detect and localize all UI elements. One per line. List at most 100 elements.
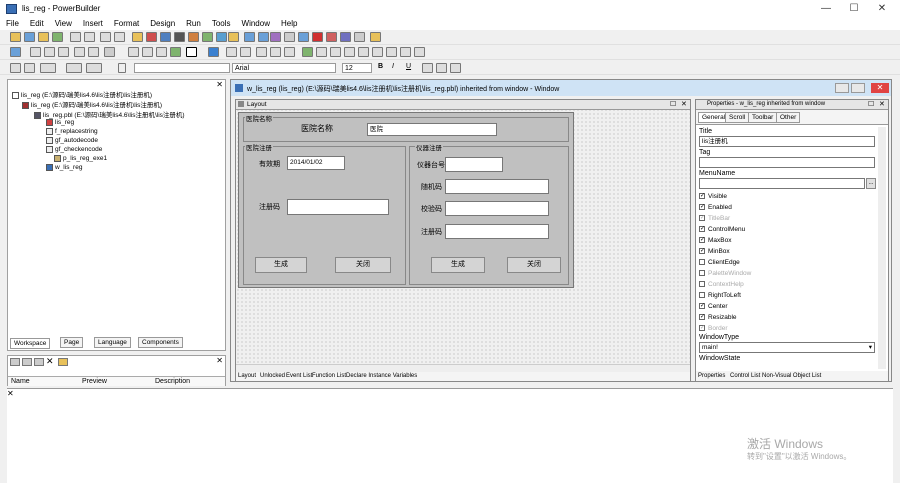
hospital-name-field[interactable]: 医院 <box>367 123 497 136</box>
tree-node-window[interactable]: w_lis_reg <box>46 164 82 171</box>
text-dropdown[interactable] <box>118 63 126 73</box>
refresh-icon[interactable] <box>34 358 44 366</box>
check-code-field[interactable] <box>445 201 549 216</box>
new-icon[interactable] <box>10 32 21 42</box>
tab-layout[interactable]: Layout <box>238 373 256 379</box>
align-icon[interactable] <box>244 32 255 42</box>
preview-icon[interactable] <box>208 47 219 57</box>
event-list-icon[interactable] <box>372 47 383 57</box>
tab-function-list[interactable]: Function List <box>312 373 346 379</box>
size-icon[interactable] <box>270 32 281 42</box>
tab-toolbar[interactable]: Toolbar <box>748 112 778 123</box>
library-icon[interactable] <box>188 32 199 42</box>
random-code-label[interactable]: 随机码 <box>421 182 442 192</box>
layout-view-icon[interactable] <box>330 47 341 57</box>
copy-icon[interactable] <box>44 47 55 57</box>
menu-file[interactable]: File <box>0 18 24 30</box>
close-button[interactable]: ✕ <box>872 2 892 16</box>
workspace-icon[interactable] <box>52 32 63 42</box>
tab-language[interactable]: Language <box>94 337 131 348</box>
prop-check-visible[interactable]: ✓ Visible <box>699 193 727 200</box>
regcode-label[interactable]: 注册码 <box>259 202 280 212</box>
close-button-2[interactable]: 关闭 <box>507 257 561 273</box>
tab-declare-instance-variables[interactable]: Declare Instance Variables <box>346 373 417 379</box>
text-left-icon[interactable] <box>422 63 433 73</box>
properties-vertical-scrollbar[interactable] <box>878 127 886 369</box>
grid-toggle-icon[interactable] <box>10 63 21 73</box>
tab-properties[interactable]: Properties <box>698 373 725 379</box>
prop-check-contexthelp[interactable]: ContextHelp <box>699 281 744 288</box>
nonvisual-icon[interactable] <box>358 47 369 57</box>
generate-button-1[interactable]: 生成 <box>255 257 307 273</box>
tab-order-icon[interactable] <box>114 32 125 42</box>
painter-minimize-button[interactable] <box>835 83 849 93</box>
prop-check-clientedge[interactable]: ClientEdge <box>699 259 740 266</box>
tree-node-target[interactable]: lis_reg (E:\源码\瑞美lis4.6\lis注册机\lis注册机) <box>22 99 162 109</box>
stop-icon[interactable] <box>312 32 323 42</box>
prop-check-center[interactable]: ✓ Center <box>699 303 728 310</box>
tab-page[interactable]: Page <box>60 337 84 348</box>
designed-window-form[interactable]: 医院名称 医院名称 医院 医院注册 有效期 2014/01/02 注册码 生成 … <box>238 112 574 288</box>
menu-design[interactable]: Design <box>144 18 180 30</box>
check-code-label[interactable]: 校验码 <box>421 204 442 214</box>
menu-insert[interactable]: Insert <box>77 18 108 30</box>
expiry-label[interactable]: 有效期 <box>259 159 280 169</box>
object-icon[interactable] <box>298 32 309 42</box>
italic-button[interactable]: I <box>392 63 394 70</box>
tab-order-2-icon[interactable] <box>302 47 313 57</box>
col-name[interactable]: Name <box>11 378 30 385</box>
menu-window[interactable]: Window <box>236 18 275 30</box>
delete-icon[interactable] <box>186 47 197 57</box>
properties-restore-icon[interactable]: ☐ <box>868 100 874 108</box>
font-select[interactable]: Arial <box>232 63 336 73</box>
prop-check-minbox[interactable]: ✓ MinBox <box>699 248 730 255</box>
prop-check-enabled[interactable]: ✓ Enabled <box>699 204 732 211</box>
database-icon[interactable] <box>174 32 185 42</box>
prop-check-resizable[interactable]: ✓ Resizable <box>699 314 737 321</box>
properties-item-icon[interactable] <box>58 358 68 366</box>
align-dropdown[interactable] <box>40 63 56 73</box>
painter-maximize-button[interactable] <box>851 83 865 93</box>
space-icon[interactable] <box>258 32 269 42</box>
underline-button[interactable]: U <box>406 63 411 70</box>
align-left-icon[interactable] <box>24 63 35 73</box>
expiry-field[interactable]: 2014/01/02 <box>287 156 345 170</box>
inherit-icon[interactable] <box>24 32 35 42</box>
col-description[interactable]: Description <box>155 378 190 385</box>
prop-menuname-field[interactable] <box>699 178 865 189</box>
properties-view-icon[interactable] <box>414 47 425 57</box>
cut-icon[interactable] <box>30 47 41 57</box>
tree-node-function-3[interactable]: gf_checkencode <box>46 146 102 153</box>
clip-icon[interactable] <box>354 32 365 42</box>
col-preview[interactable]: Preview <box>82 378 107 385</box>
text-right-icon[interactable] <box>450 63 461 73</box>
find-icon[interactable] <box>256 47 267 57</box>
delete-item-icon[interactable]: ✕ <box>46 356 54 367</box>
exit-icon[interactable] <box>370 32 381 42</box>
grid-icon[interactable] <box>100 32 111 42</box>
menu-format[interactable]: Format <box>108 18 144 30</box>
list-view-icon[interactable] <box>10 358 20 366</box>
undo-icon[interactable] <box>74 47 85 57</box>
tab-other[interactable]: Other <box>776 112 801 123</box>
maximize-button[interactable]: ☐ <box>844 2 864 16</box>
tab-event-list[interactable]: Event List <box>286 373 312 379</box>
instrument-number-field[interactable] <box>445 157 503 172</box>
prop-check-palettewindow[interactable]: PaletteWindow <box>699 270 751 277</box>
edit-icon[interactable] <box>228 32 239 42</box>
close-button-1[interactable]: 关闭 <box>335 257 391 273</box>
deploy-icon[interactable] <box>146 32 157 42</box>
tree-node-application[interactable]: lis_reg <box>46 119 74 126</box>
layout-restore-icon[interactable]: ☐ <box>670 100 676 108</box>
replace-icon[interactable] <box>270 47 281 57</box>
control-list-icon[interactable] <box>344 47 355 57</box>
right-icon[interactable] <box>240 47 251 57</box>
layout-icon[interactable] <box>70 32 81 42</box>
tree-node-function-2[interactable]: gf_autodecode <box>46 137 98 144</box>
tree-node-function-1[interactable]: f_replacestring <box>46 128 98 135</box>
paste-icon[interactable] <box>58 47 69 57</box>
list-close-icon[interactable]: ✕ <box>216 356 223 365</box>
prop-check-controlmenu[interactable]: ✓ ControlMenu <box>699 226 745 233</box>
painter-close-button[interactable]: ✕ <box>871 83 889 93</box>
duplicate-icon[interactable] <box>128 47 139 57</box>
